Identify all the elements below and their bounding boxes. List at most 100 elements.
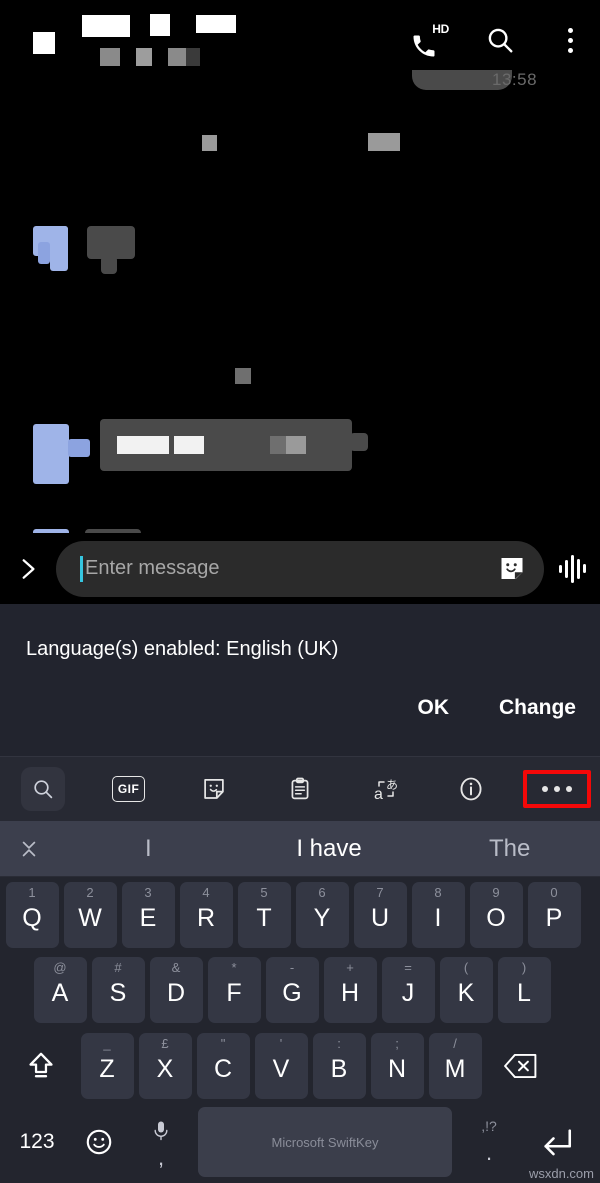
key-m[interactable]: / M	[428, 1033, 482, 1099]
key-sup: #	[114, 960, 122, 975]
key-b[interactable]: :B	[312, 1033, 366, 1099]
key-w[interactable]: 2W	[63, 882, 117, 948]
key-sup: £	[161, 1036, 169, 1051]
period-label: .	[485, 1140, 493, 1166]
key-v[interactable]: ' V	[254, 1033, 308, 1099]
avatar[interactable]	[68, 439, 90, 457]
key-label: L	[517, 979, 531, 1007]
toolbar-item-info[interactable]	[429, 757, 515, 822]
toolbar-item-gif[interactable]: GIF	[86, 757, 172, 822]
key-n[interactable]: ; N	[370, 1033, 424, 1099]
sticker-button[interactable]	[494, 551, 530, 587]
key-label: U	[370, 904, 390, 932]
key-z[interactable]: _ Z	[80, 1033, 134, 1099]
search-button-bg	[20, 767, 65, 811]
redacted-text	[117, 436, 155, 454]
key-s[interactable]: # S	[91, 957, 145, 1023]
message-bubble-tail	[101, 256, 117, 274]
key-x[interactable]: £ X	[138, 1033, 192, 1099]
redacted-text	[286, 436, 306, 454]
hd-call-button[interactable]: HD	[410, 20, 450, 60]
overflow-menu-button[interactable]	[550, 20, 590, 60]
key-p[interactable]: 0P	[527, 882, 581, 948]
prediction-candidate-2[interactable]: I have	[239, 835, 420, 863]
key-k[interactable]: (K	[439, 957, 493, 1023]
key-i[interactable]: 8I	[411, 882, 465, 948]
key-label: G	[282, 979, 302, 1007]
contact-name-redacted-3[interactable]	[196, 15, 236, 33]
prediction-candidate-3[interactable]: The	[419, 835, 600, 863]
toolbar-item-sticker[interactable]	[171, 757, 257, 822]
key-sup: *	[231, 960, 237, 975]
key-label: I	[434, 904, 442, 932]
key-g[interactable]: -G	[265, 957, 319, 1023]
key-q[interactable]: 1Q	[5, 882, 59, 948]
redacted-block	[235, 368, 251, 384]
toolbar-item-more[interactable]	[514, 757, 600, 822]
key-sup: &	[171, 960, 181, 975]
expand-actions-button[interactable]	[0, 554, 56, 584]
key-t[interactable]: 5T	[237, 882, 291, 948]
key-sup: 2	[86, 885, 94, 900]
language-notice-panel: Language(s) enabled: English (UK) OK Cha…	[0, 604, 600, 756]
key-a[interactable]: @ A	[33, 957, 87, 1023]
comma-mic-key[interactable]: ,	[130, 1107, 192, 1177]
toolbar-item-clipboard[interactable]	[257, 757, 343, 822]
change-button[interactable]: Change	[499, 696, 576, 720]
voice-input-button[interactable]	[544, 549, 600, 589]
collapse-keyboard-button[interactable]	[0, 836, 58, 862]
translate-button-bg: a あ	[364, 767, 408, 811]
numeric-label: 123	[19, 1130, 55, 1153]
key-label: N	[387, 1055, 407, 1083]
key-h[interactable]: + H	[323, 957, 377, 1023]
key-label: E	[139, 904, 157, 932]
numeric-key[interactable]: 123	[6, 1107, 68, 1177]
toolbar-item-search[interactable]	[0, 757, 86, 822]
key-c[interactable]: " C	[196, 1033, 250, 1099]
language-notice-text: Language(s) enabled: English (UK)	[26, 638, 339, 660]
key-o[interactable]: 9O	[469, 882, 523, 948]
key-u[interactable]: 7U	[353, 882, 407, 948]
emoji-key[interactable]	[68, 1107, 130, 1177]
redacted-block	[202, 135, 217, 151]
phone-screen: HD 13:58 Enter message Language(s) enabl…	[0, 0, 600, 1183]
sticker-button-bg	[192, 767, 236, 811]
backspace-key[interactable]	[484, 1033, 558, 1099]
prediction-candidate-1[interactable]: I	[58, 835, 239, 863]
avatar[interactable]	[50, 226, 68, 271]
key-e[interactable]: 3E	[121, 882, 175, 948]
key-d[interactable]: & D	[149, 957, 203, 1023]
avatar[interactable]	[33, 424, 69, 484]
message-bubble[interactable]	[87, 226, 135, 259]
period-key[interactable]: ,!? .	[458, 1107, 520, 1177]
back-button-redacted[interactable]	[33, 32, 55, 54]
key-f[interactable]: * F	[207, 957, 261, 1023]
key-label: J	[401, 979, 415, 1007]
contact-name-redacted-2[interactable]	[150, 14, 170, 36]
message-input-placeholder: Enter message	[85, 557, 220, 579]
key-l[interactable]: ) L	[497, 957, 551, 1023]
ok-button[interactable]: OK	[417, 696, 449, 720]
key-label: Y	[313, 904, 331, 932]
search-icon	[488, 28, 513, 53]
key-label: Z	[99, 1055, 115, 1083]
search-button[interactable]	[480, 20, 520, 60]
message-input[interactable]: Enter message	[56, 540, 544, 597]
shift-key[interactable]	[4, 1033, 78, 1099]
message-list[interactable]: 13:58	[0, 70, 600, 586]
key-sup: _	[103, 1036, 111, 1051]
key-y[interactable]: 6Y	[295, 882, 349, 948]
key-r[interactable]: 4R	[179, 882, 233, 948]
key-sup: "	[220, 1036, 226, 1051]
avatar[interactable]	[38, 242, 50, 264]
key-j[interactable]: = J	[381, 957, 435, 1023]
key-sup: =	[404, 960, 412, 975]
key-label: P	[545, 904, 563, 932]
chat-app: HD 13:58 Enter message	[0, 0, 600, 604]
contact-name-redacted[interactable]	[82, 15, 130, 37]
redacted-text	[186, 436, 204, 454]
watermark: wsxdn.com	[528, 1166, 594, 1181]
key-label: O	[486, 904, 506, 932]
toolbar-item-translate[interactable]: a あ	[343, 757, 429, 822]
space-key[interactable]: Microsoft SwiftKey	[198, 1107, 452, 1177]
